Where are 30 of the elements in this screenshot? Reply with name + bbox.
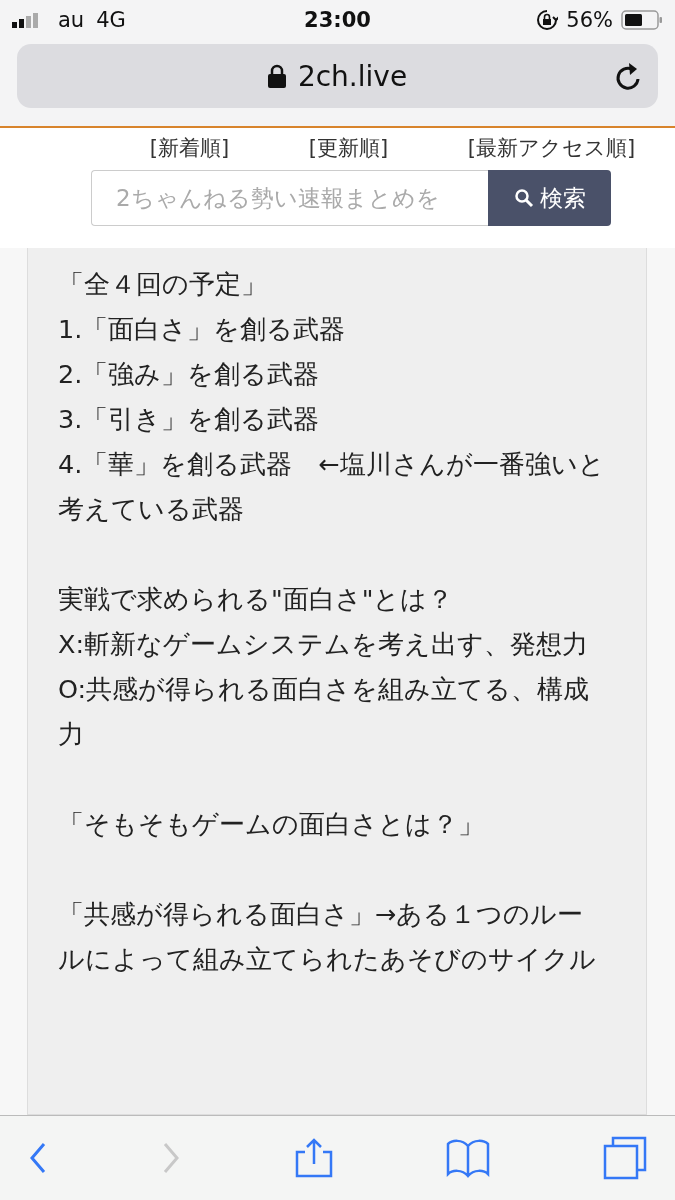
book-icon[interactable] xyxy=(445,1138,490,1178)
sort-link[interactable]: [更新順] xyxy=(308,134,389,162)
reload-icon[interactable] xyxy=(614,62,642,92)
search-icon xyxy=(513,188,534,208)
sort-link[interactable]: [最新アクセス順] xyxy=(467,134,636,162)
clock-time: 23:00 xyxy=(304,8,371,32)
post-text: 「共感が得られる面白さ」→ある１つのルールによって組み立てられたあそびのサイクル xyxy=(58,898,597,976)
share-icon[interactable] xyxy=(294,1138,333,1178)
address-bar[interactable]: 2ch.live xyxy=(17,44,658,108)
network-type: 4G xyxy=(96,8,126,32)
back-icon[interactable] xyxy=(28,1140,48,1176)
battery-icon xyxy=(621,10,663,30)
url-text: 2ch.live xyxy=(297,59,408,93)
post-text: 1.「面白さ」を創る武器 xyxy=(58,313,347,346)
search-button[interactable]: 検索 xyxy=(488,170,611,226)
post-text: 4.「華」を創る武器 ←塩川さんが一番強いと考えている武器 xyxy=(58,448,606,526)
post-text: 「全４回の予定」 xyxy=(58,268,268,301)
search-field[interactable]: 2ちゃんねる勢い速報まとめを xyxy=(91,170,488,226)
post-text: 3.「引き」を創る武器 xyxy=(58,403,321,436)
lock-icon xyxy=(267,64,286,88)
carrier-name: au xyxy=(58,8,85,32)
post-text: X:斬新なゲームシステムを考え出す、発想力 xyxy=(58,628,590,661)
post-text: 実戦で求められる"面白さ"とは？ xyxy=(58,583,455,616)
post-text: 2.「強み」を創る武器 xyxy=(58,358,321,391)
tabs-icon[interactable] xyxy=(603,1136,647,1180)
sort-link[interactable]: [新着順] xyxy=(149,134,230,162)
battery-percent: 56% xyxy=(566,8,613,32)
rotation-lock-icon xyxy=(536,9,559,31)
post-text: O:共感が得られる面白さを組み立てる、構成力 xyxy=(58,673,591,751)
post-text: 「そもそもゲームの面白さとは？」 xyxy=(58,808,485,841)
